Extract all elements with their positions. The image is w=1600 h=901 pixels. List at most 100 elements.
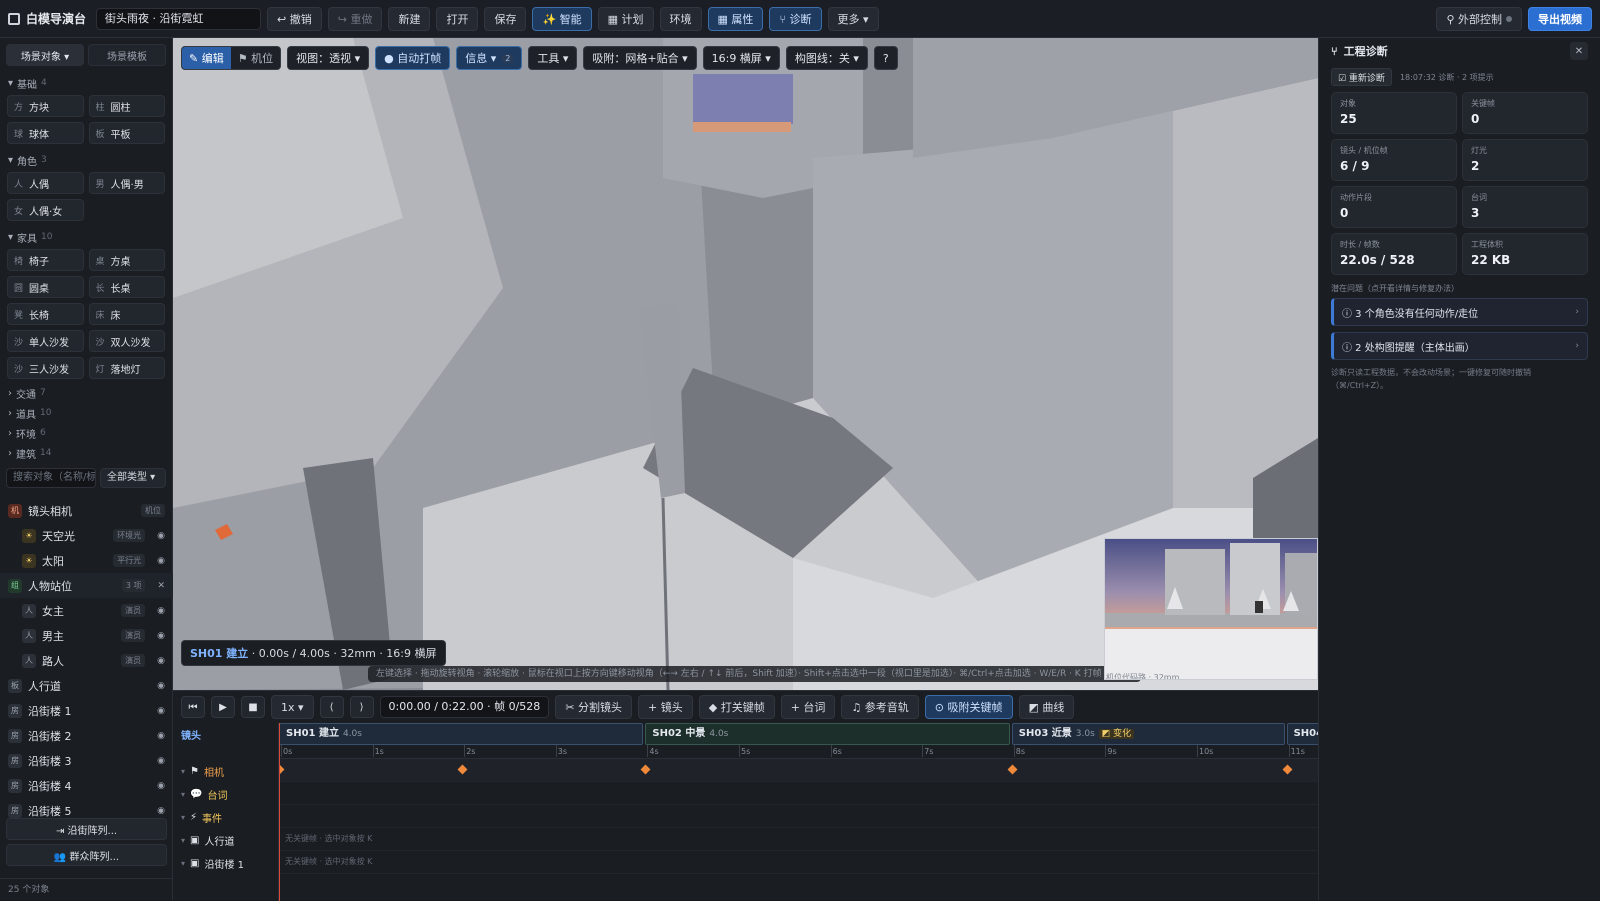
asset-item[interactable]: 方方块 <box>7 95 84 117</box>
asset-item[interactable]: 女人偶·女 <box>7 199 84 221</box>
auto-keyframe-toggle[interactable]: ● 自动打帧 <box>375 46 451 70</box>
tree-item[interactable]: 房沿街楼 2 ◉ <box>0 723 173 748</box>
asset-item[interactable]: 沙单人沙发 <box>7 330 84 352</box>
prev-keyframe-icon[interactable]: ⟨ <box>319 696 344 718</box>
eye-icon[interactable]: ✕ <box>157 581 165 591</box>
tree-item[interactable]: 组人物站位 3 项 ✕ <box>0 573 173 598</box>
snap-keyframe-toggle[interactable]: ⊙ 吸附关键帧 <box>924 695 1013 719</box>
eye-icon[interactable]: ◉ <box>157 531 165 541</box>
save-button[interactable]: 保存 <box>484 6 527 31</box>
keyframe-marker[interactable] <box>640 764 651 775</box>
tree-item[interactable]: 机镜头相机 机位 <box>0 498 173 523</box>
shot-clip[interactable]: SH03 近景 3.0s ◩ 变化 <box>1011 723 1285 745</box>
diagnostics-button[interactable]: ⑂ 诊断 <box>769 6 822 31</box>
snap-select[interactable]: 吸附：网格+贴合 ▾ <box>583 46 697 70</box>
asset-item[interactable]: 桌方桌 <box>88 249 165 271</box>
properties-button[interactable]: ▦ 属性 <box>707 6 764 31</box>
eye-icon[interactable]: ◉ <box>157 681 165 691</box>
playback-speed-select[interactable]: 1x ▾ <box>271 695 314 719</box>
next-keyframe-icon[interactable]: ⟩ <box>349 696 374 718</box>
edit-mode-button[interactable]: ✎ 编辑 <box>182 47 231 69</box>
3d-viewport[interactable]: ✎ 编辑 ⚑ 机位 视图：透视 ▾ ● 自动打帧 信息 ▾ 2 工具 ▾ 吸附：网… <box>173 38 1318 690</box>
export-video-button[interactable]: 导出视频 <box>1528 6 1592 31</box>
help-button[interactable]: ? <box>873 46 898 70</box>
tree-item[interactable]: ☀ 太阳 平行光 ◉ <box>0 548 173 573</box>
category-header-collapsed[interactable]: › 建筑 14 <box>0 444 172 462</box>
category-header-collapsed[interactable]: › 交通 7 <box>0 384 172 402</box>
tree-item[interactable]: 房沿街楼 4 ◉ <box>0 773 173 798</box>
category-header[interactable]: ▾ 角色 3 <box>0 151 172 169</box>
new-button[interactable]: 新建 <box>388 6 431 31</box>
asset-item[interactable]: 椅椅子 <box>7 249 84 271</box>
category-header[interactable]: ▾ 基础 4 <box>0 74 172 92</box>
asset-item[interactable]: 男人偶·男 <box>88 172 165 194</box>
add-keyframe-button[interactable]: ◆ 打关键帧 <box>698 695 775 719</box>
asset-item[interactable]: 灯落地灯 <box>88 357 165 379</box>
eye-icon[interactable]: ◉ <box>157 756 165 766</box>
lane-header[interactable]: ▾ 💬 台词 <box>173 783 278 806</box>
keyframe-marker[interactable] <box>1282 764 1293 775</box>
crowd-array-button[interactable]: 👥 群众阵列... <box>6 844 167 866</box>
type-filter-select[interactable]: 全部类型 ▾ <box>100 468 166 488</box>
lane-header[interactable]: ▾ ▣ 人行道 <box>173 829 278 852</box>
tree-item[interactable]: 人男主 演员 ◉ <box>0 623 173 648</box>
tree-item[interactable]: 人路人 演员 ◉ <box>0 648 173 673</box>
eye-icon[interactable]: ◉ <box>157 781 165 791</box>
shot-clip[interactable]: SH04 <box>1286 723 1318 745</box>
issue-item[interactable]: ⓘ 3 个角色没有任何动作/走位 › <box>1331 298 1588 326</box>
skip-start-icon[interactable]: ⏮ <box>181 696 205 718</box>
object-search-input[interactable]: 搜索对象（名称/标 <box>6 468 96 488</box>
split-shot-button[interactable]: ✂ 分割镜头 <box>555 695 633 719</box>
category-header-collapsed[interactable]: › 环境 6 <box>0 424 172 442</box>
play-icon[interactable]: ▶ <box>211 696 235 718</box>
asset-item[interactable]: 凳长椅 <box>7 303 84 325</box>
asset-item[interactable]: 柱圆柱 <box>88 95 165 117</box>
tree-item[interactable]: 房沿街楼 1 ◉ <box>0 698 173 723</box>
eye-icon[interactable]: ◉ <box>157 631 165 641</box>
playhead[interactable] <box>279 723 280 901</box>
asset-item[interactable]: 长长桌 <box>88 276 165 298</box>
category-header[interactable]: ▾ 家具 10 <box>0 228 172 246</box>
ai-button[interactable]: ✨ 智能 <box>532 6 592 31</box>
shot-clip[interactable]: SH01 建立 4.0s <box>279 723 644 745</box>
plan-button[interactable]: ▦ 计划 <box>597 6 654 31</box>
reference-audio-button[interactable]: ♫ 参考音轨 <box>841 695 919 719</box>
timeline-lane[interactable] <box>279 782 1318 805</box>
issue-item[interactable]: ⓘ 2 处构图提醒（主体出画） › <box>1331 332 1588 360</box>
undo-button[interactable]: ↩ 撤销 <box>267 6 322 31</box>
tree-item[interactable]: 板人行道 ◉ <box>0 673 173 698</box>
street-array-button[interactable]: ⇥ 沿街阵列... <box>6 818 167 840</box>
asset-item[interactable]: 圆圆桌 <box>7 276 84 298</box>
project-name-input[interactable]: 街头雨夜 · 沿街霓虹 <box>96 7 262 30</box>
camera-preview[interactable]: 机位代码路 · 32mm <box>1104 538 1318 680</box>
asset-item[interactable]: 床床 <box>88 303 165 325</box>
aspect-select[interactable]: 16:9 横屏 ▾ <box>702 46 780 70</box>
open-button[interactable]: 打开 <box>436 6 479 31</box>
shot-clip[interactable]: SH02 中景 4.0s <box>645 723 1010 745</box>
external-control-button[interactable]: ⚲ 外部控制 <box>1436 6 1522 31</box>
asset-item[interactable]: 球球体 <box>7 122 84 144</box>
lane-header[interactable]: ▾ ⚡ 事件 <box>173 806 278 829</box>
curve-editor-button[interactable]: ◩ 曲线 <box>1018 695 1075 719</box>
add-dialog-button[interactable]: + 台词 <box>780 695 836 719</box>
time-ruler[interactable]: 0s 1s 2s 3s 4s 5s 6s 7s 8s 9s 10s 11s <box>279 745 1318 759</box>
tab-scene-objects[interactable]: 场景对象 ▾ <box>6 44 84 66</box>
stop-icon[interactable]: ■ <box>241 696 265 718</box>
add-shot-button[interactable]: + 镜头 <box>638 695 693 719</box>
tree-item[interactable]: 人女主 演员 ◉ <box>0 598 173 623</box>
tab-scene-templates[interactable]: 场景模板 <box>88 44 166 66</box>
composition-guide-select[interactable]: 构图线：关 ▾ <box>785 46 868 70</box>
asset-item[interactable]: 沙三人沙发 <box>7 357 84 379</box>
asset-item[interactable]: 沙双人沙发 <box>88 330 165 352</box>
tools-menu-button[interactable]: 工具 ▾ <box>528 46 578 70</box>
timeline-lane[interactable] <box>279 805 1318 828</box>
asset-item[interactable]: 板平板 <box>88 122 165 144</box>
eye-icon[interactable]: ◉ <box>157 656 165 666</box>
timeline-lane[interactable] <box>279 759 1318 782</box>
eye-icon[interactable]: ◉ <box>157 556 165 566</box>
tree-item[interactable]: 房沿街楼 3 ◉ <box>0 748 173 773</box>
asset-item[interactable]: 人人偶 <box>7 172 84 194</box>
view-select[interactable]: 视图：透视 ▾ <box>287 46 370 70</box>
camera-mode-button[interactable]: ⚑ 机位 <box>231 47 280 69</box>
timeline-track-area[interactable]: SH01 建立 4.0s SH02 中景 4.0s SH03 近景 3.0s ◩ 变化 SH0… <box>279 723 1318 901</box>
